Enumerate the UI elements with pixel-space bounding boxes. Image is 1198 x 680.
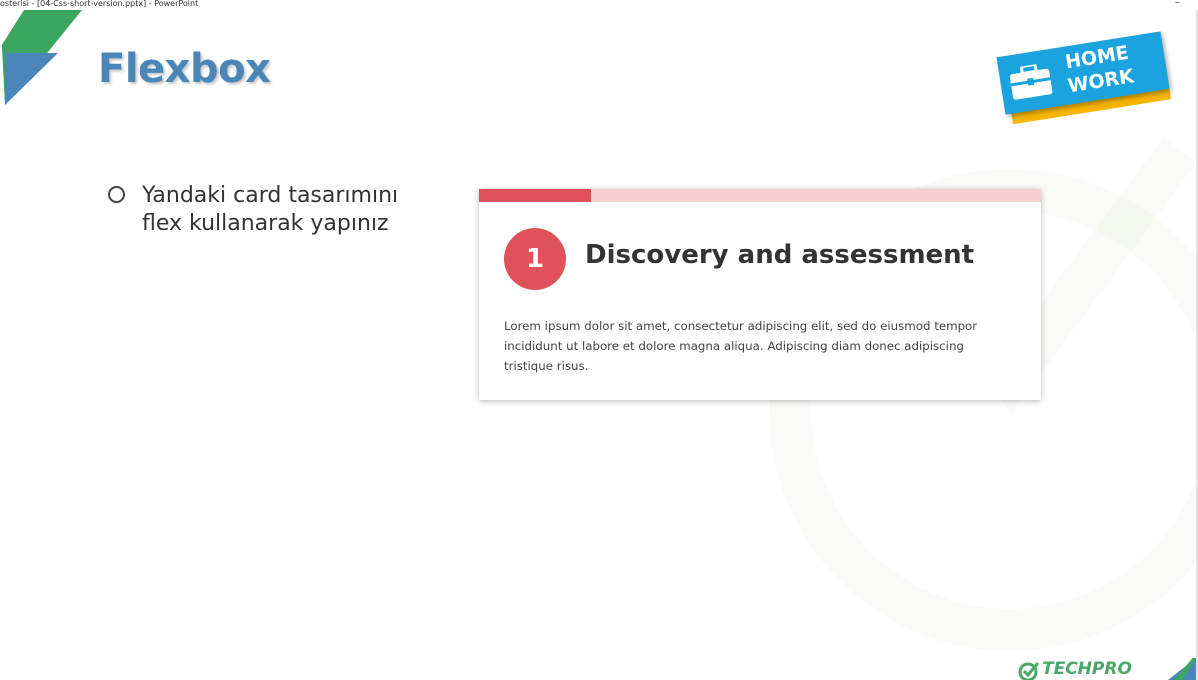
footer-corner-icon	[1168, 658, 1196, 680]
homework-badge: HOME WORK	[996, 31, 1174, 125]
card-progress-fill	[479, 189, 592, 202]
slide-title: Flexbox	[98, 46, 271, 92]
bullet-circle-icon	[108, 186, 125, 203]
homework-text: HOME WORK	[1062, 41, 1136, 99]
corner-logo	[0, 10, 82, 105]
briefcase-icon	[1009, 63, 1053, 100]
slide: Flexbox HOME WORK Yandaki card tasarımın…	[0, 10, 1196, 680]
card-body-text: Lorem ipsum dolor sit amet, consectetur …	[504, 319, 978, 373]
bullet-item: Yandaki card tasarımını flex kullanarak …	[108, 182, 442, 238]
footer-logo: TECHPRO	[1018, 658, 1196, 680]
window-title: osterisi - [04-Css-short-version.pptx] -…	[0, 0, 199, 8]
card-progress-bar	[479, 189, 1041, 202]
minimize-button[interactable]: –	[1175, 0, 1180, 8]
card-title: Discovery and assessment	[585, 240, 975, 270]
footer-logo-text: TECHPRO	[1042, 659, 1132, 679]
step-number-badge: 1	[504, 228, 566, 290]
bullet-text: Yandaki card tasarımını flex kullanarak …	[142, 183, 399, 236]
window-titlebar: osterisi - [04-Css-short-version.pptx] -…	[0, 0, 1198, 10]
example-card: 1 Discovery and assessment Lorem ipsum d…	[479, 189, 1041, 400]
footer-logo-mark-icon	[1018, 662, 1040, 680]
